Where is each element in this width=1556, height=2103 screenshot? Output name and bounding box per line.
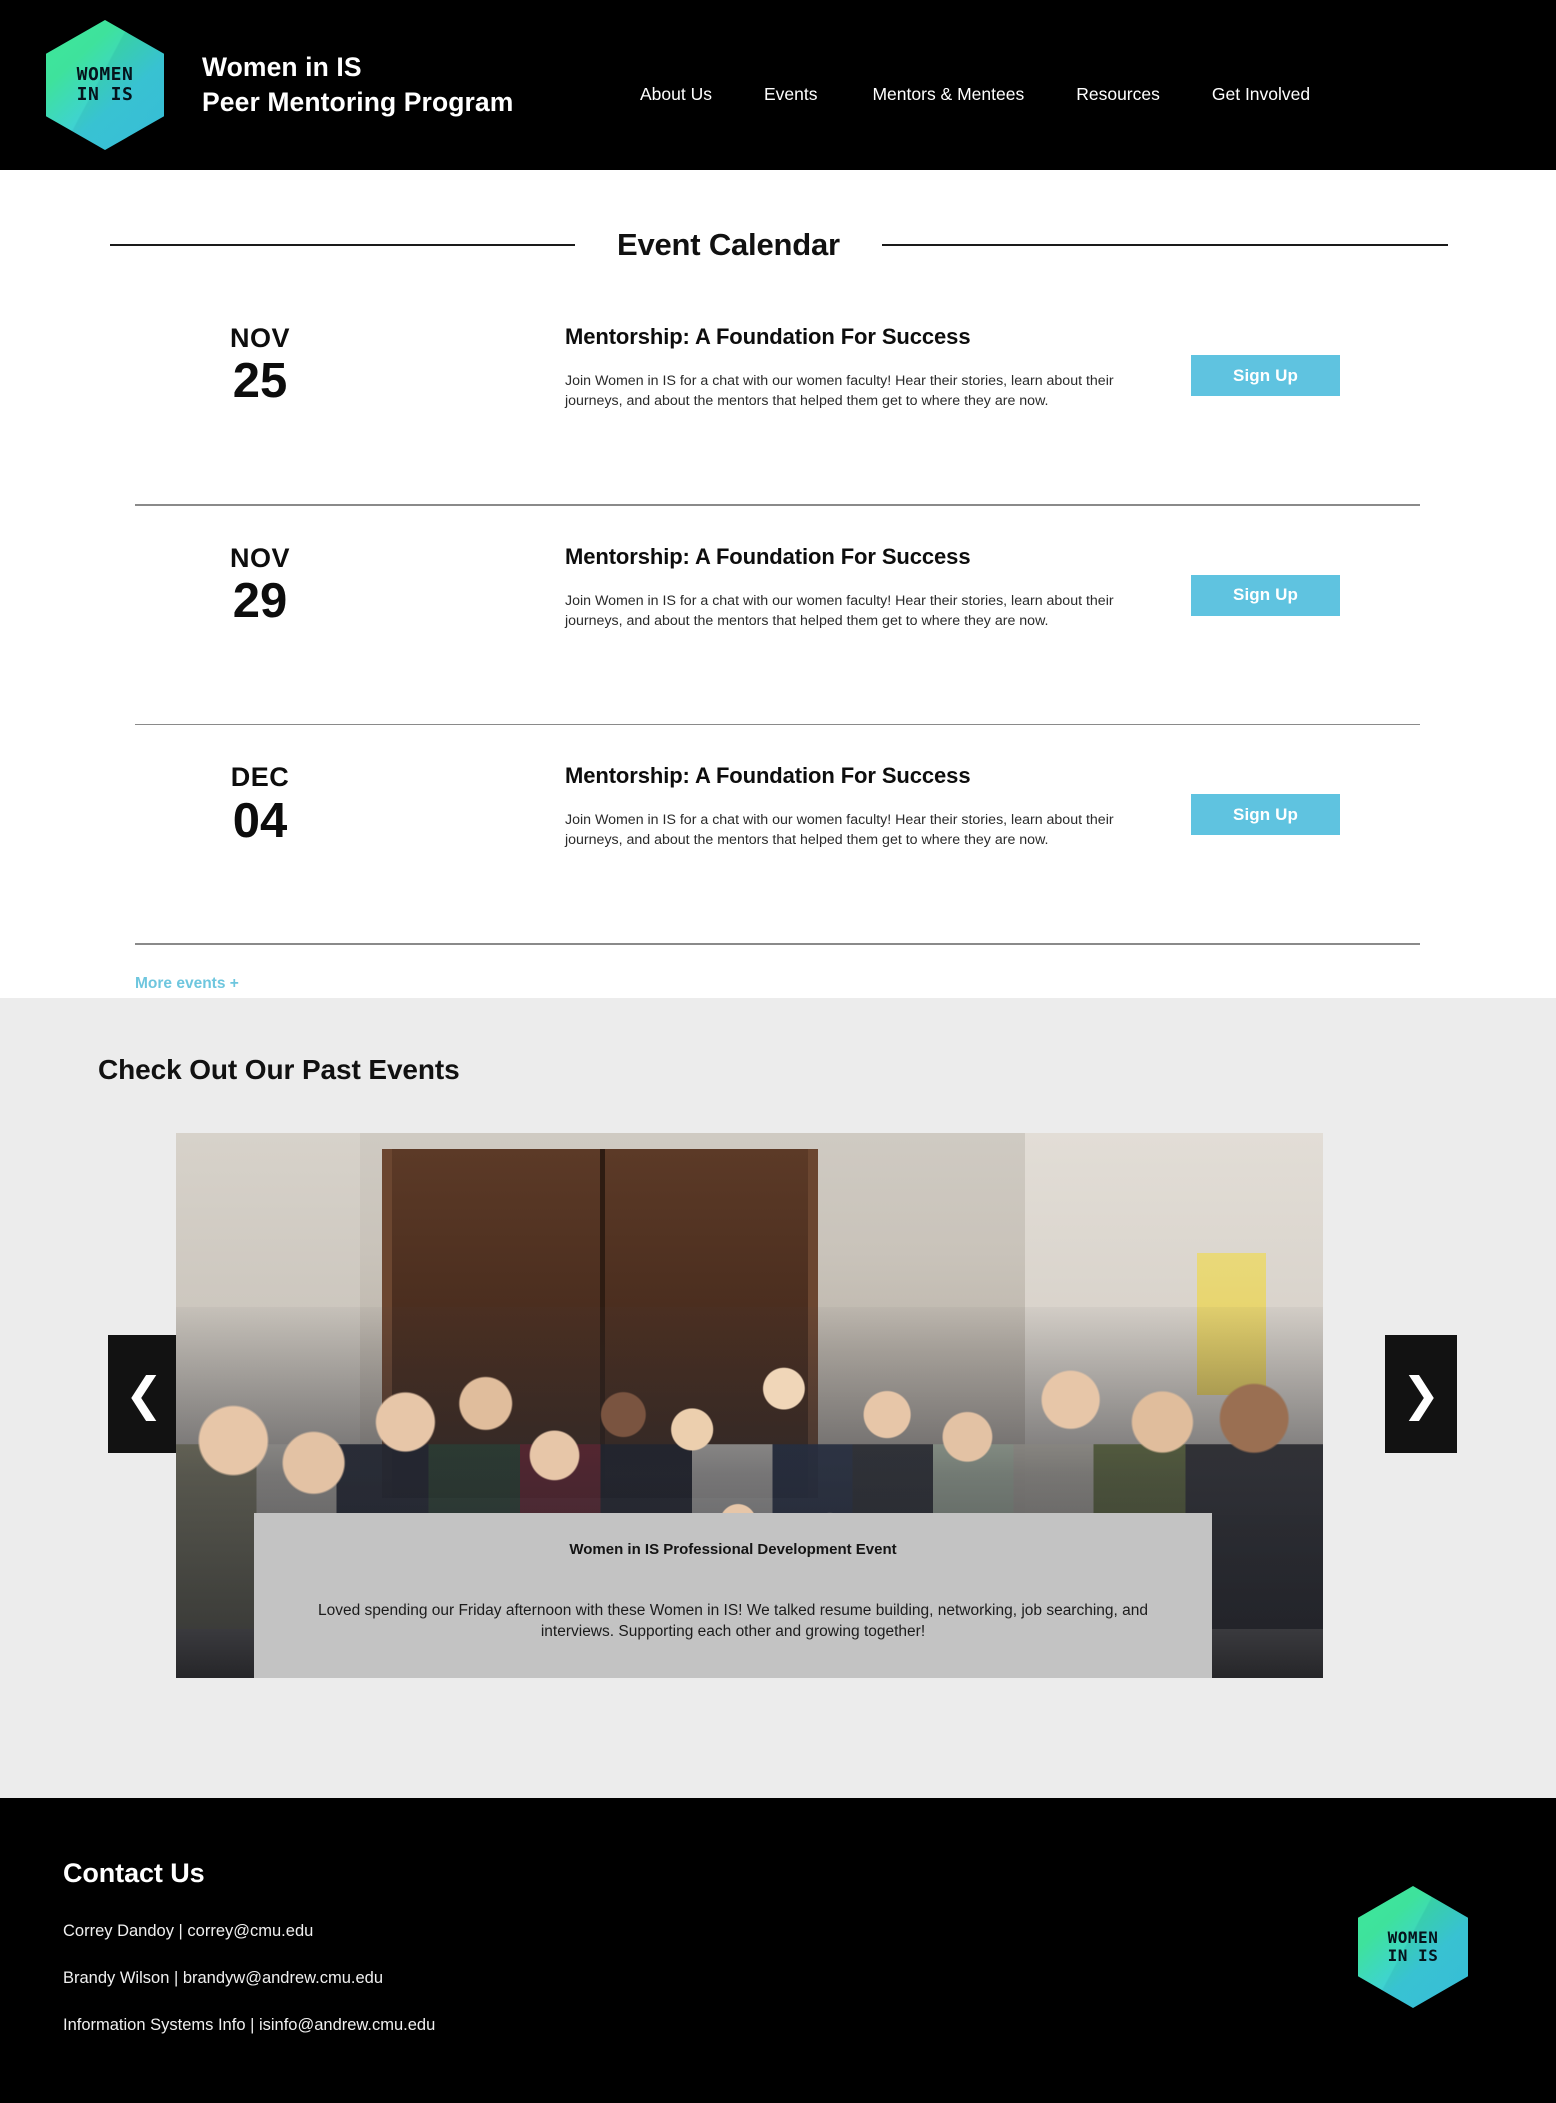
footer-hexagon-logo-icon: WOMEN IN IS: [1358, 1886, 1468, 2008]
nav-item-about-us[interactable]: About Us: [640, 80, 712, 109]
footer-contact-line: Correy Dandoy | correy@cmu.edu: [63, 1922, 314, 1940]
main-navigation: About Us Events Mentors & Mentees Resour…: [640, 80, 1310, 109]
event-month: NOV: [229, 542, 290, 573]
event-row: NOV 29 Mentorship: A Foundation For Succ…: [135, 506, 1421, 724]
site-header: WOMEN IN IS Women in IS Peer Mentoring P…: [0, 0, 1556, 170]
event-row: NOV 25 Mentorship: A Foundation For Succ…: [135, 286, 1421, 504]
event-divider: [135, 943, 1420, 945]
event-calendar-section: Event Calendar NOV 25 Mentorship: A Foun…: [0, 170, 1556, 998]
logo-line-2: IN IS: [1387, 1946, 1439, 1965]
event-day: 25: [232, 354, 288, 409]
event-title: Mentorship: A Foundation For Success: [565, 324, 971, 349]
hexagon-logo-text: WOMEN IN IS: [1358, 1886, 1468, 2008]
event-action: Sign Up: [1191, 322, 1421, 396]
past-events-title: Check Out Our Past Events: [98, 1054, 460, 1085]
event-body: Mentorship: A Foundation For Success Joi…: [385, 322, 1191, 411]
carousel-caption: Women in IS Professional Development Eve…: [254, 1513, 1212, 1678]
event-day: 04: [232, 793, 288, 848]
event-description: Join Women in IS for a chat with our wom…: [565, 373, 1114, 410]
carousel-caption-text: Loved spending our Friday afternoon with…: [317, 1602, 1148, 1641]
logo-line-1: WOMEN: [1387, 1928, 1439, 1948]
footer-contact-line: Information Systems Info | isinfo@andrew…: [63, 2016, 436, 2034]
sign-up-button[interactable]: Sign Up: [1191, 794, 1340, 836]
nav-item-mentors-mentees[interactable]: Mentors & Mentees: [872, 80, 1024, 109]
footer-title: Contact Us: [63, 1858, 205, 1888]
footer-contact-line: Brandy Wilson | brandyw@andrew.cmu.edu: [63, 1969, 384, 1987]
event-date: NOV 25: [135, 322, 385, 409]
event-month: DEC: [230, 762, 290, 793]
event-day: 29: [232, 573, 288, 628]
sign-up-button[interactable]: Sign Up: [1191, 355, 1340, 396]
event-body: Mentorship: A Foundation For Success Joi…: [385, 542, 1191, 631]
event-title: Mentorship: A Foundation For Success: [565, 543, 971, 569]
brand-title: Women in IS Peer Mentoring Program: [202, 52, 514, 117]
event-calendar-title: Event Calendar: [617, 227, 840, 262]
event-date: DEC 04: [135, 761, 385, 848]
carousel-prev-icon[interactable]: ❮: [108, 1335, 180, 1453]
carousel-next-icon[interactable]: ❯: [1385, 1335, 1457, 1453]
event-calendar-heading-row: Event Calendar: [110, 218, 1448, 272]
carousel-caption-title: Women in IS Professional Development Eve…: [569, 1541, 897, 1558]
event-date: NOV 29: [135, 542, 385, 629]
site-footer: Contact Us Correy Dandoy | correy@cmu.ed…: [0, 1798, 1556, 2103]
header-logo-link[interactable]: WOMEN IN IS: [44, 19, 166, 151]
past-events-carousel: ❮ Women in IS Professional Development E…: [0, 1133, 1556, 1683]
event-description: Join Women in IS for a chat with our wom…: [565, 592, 1114, 629]
logo-line-2: IN IS: [76, 84, 134, 105]
sign-up-button[interactable]: Sign Up: [1191, 574, 1340, 616]
hexagon-logo-icon: WOMEN IN IS: [46, 20, 164, 150]
event-body: Mentorship: A Foundation For Success Joi…: [385, 761, 1191, 850]
event-month: NOV: [229, 323, 290, 353]
hexagon-logo-text: WOMEN IN IS: [46, 20, 164, 150]
event-description: Join Women in IS for a chat with our wom…: [565, 812, 1114, 849]
nav-item-events[interactable]: Events: [764, 80, 818, 109]
logo-line-1: WOMEN: [76, 63, 134, 85]
more-events-link[interactable]: More events +: [135, 975, 239, 993]
event-title: Mentorship: A Foundation For Success: [565, 763, 971, 789]
heading-rule-right: [881, 244, 1448, 246]
event-action: Sign Up: [1191, 542, 1421, 616]
nav-item-resources[interactable]: Resources: [1076, 80, 1160, 109]
heading-rule-left: [110, 244, 575, 246]
event-row: DEC 04 Mentorship: A Foundation For Succ…: [135, 725, 1421, 943]
events-list: NOV 25 Mentorship: A Foundation For Succ…: [135, 286, 1421, 945]
past-events-section: Check Out Our Past Events ❮ Women in IS …: [0, 998, 1556, 1798]
event-action: Sign Up: [1191, 761, 1421, 836]
nav-item-get-involved[interactable]: Get Involved: [1212, 80, 1310, 109]
